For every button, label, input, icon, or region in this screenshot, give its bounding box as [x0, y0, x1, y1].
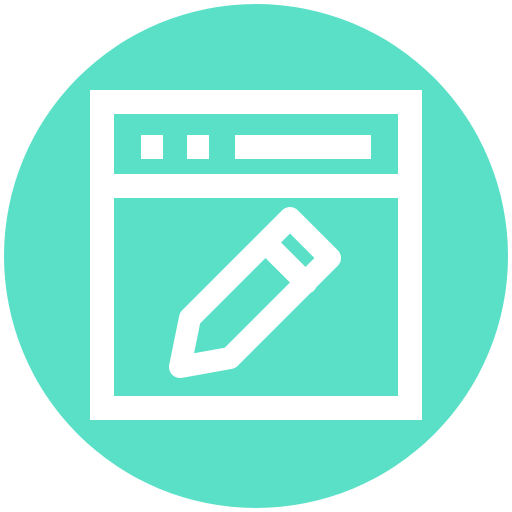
- browser-edit-icon: [4, 4, 508, 508]
- window-dot-icon: [187, 135, 209, 159]
- address-bar-icon: [235, 135, 371, 159]
- icon-canvas: [0, 0, 512, 512]
- window-dot-icon: [141, 135, 163, 159]
